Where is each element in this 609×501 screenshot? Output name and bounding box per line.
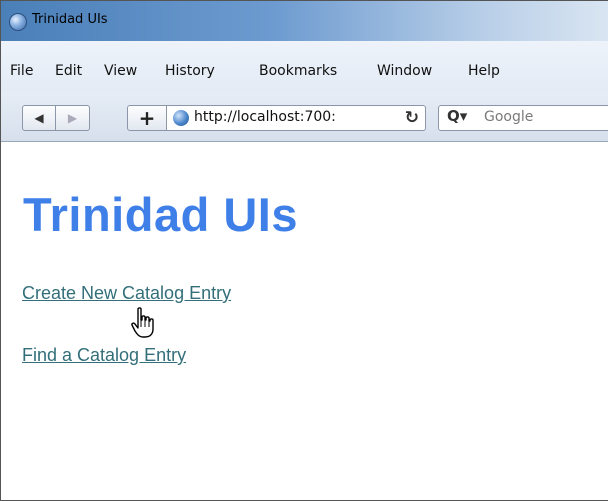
browser-window: Trinidad UIs File Edit View History Book… [0,0,608,501]
menu-bookmarks[interactable]: Bookmarks [259,63,337,79]
menu-help[interactable]: Help [468,63,500,79]
forward-arrow-icon: ▶ [67,111,78,125]
menu-bar: File Edit View History Bookmarks Window … [1,41,608,91]
search-engine-icon[interactable]: Q▾ [447,107,467,125]
find-catalog-entry-link[interactable]: Find a Catalog Entry [22,345,186,366]
hand-pointer-icon [131,307,154,338]
menu-history[interactable]: History [165,63,215,79]
address-bar[interactable]: http://localhost:700: ↻ [167,105,426,131]
reload-icon[interactable]: ↻ [405,108,419,128]
menu-file[interactable]: File [10,63,33,79]
browser-logo-icon [9,13,27,31]
url-text: http://localhost:700: [194,109,336,125]
navigation-toolbar: ◀ ▶ + http://localhost:700: ↻ Q▾ Google [1,91,608,142]
plus-icon: + [138,106,156,130]
window-title: Trinidad UIs [32,12,108,27]
back-button[interactable]: ◀ [22,105,56,131]
new-tab-button[interactable]: + [127,105,167,131]
menu-window[interactable]: Window [377,63,432,79]
title-bar: Trinidad UIs [1,1,608,41]
page-content: Trinidad UIs Create New Catalog Entry Fi… [1,142,608,500]
globe-icon [173,110,189,126]
create-catalog-entry-link[interactable]: Create New Catalog Entry [22,283,231,304]
page-title: Trinidad UIs [23,188,298,241]
back-arrow-icon: ◀ [34,111,44,125]
menu-edit[interactable]: Edit [55,63,82,79]
search-input[interactable]: Q▾ Google [438,105,608,131]
forward-button[interactable]: ▶ [56,105,90,131]
search-placeholder: Google [484,109,534,125]
menu-view[interactable]: View [104,63,137,79]
